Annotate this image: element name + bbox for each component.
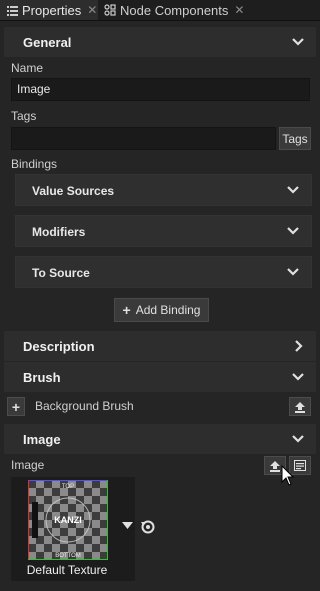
reset-icon[interactable] (140, 519, 156, 535)
components-icon (104, 4, 116, 16)
image-label: Image (11, 458, 45, 472)
chevron-down-icon (287, 186, 299, 194)
tab-label: Node Components (120, 2, 229, 18)
tab-node-components[interactable]: Node Components ✕ (98, 0, 248, 20)
dropdown-arrow-icon[interactable] (122, 522, 133, 530)
background-brush-label: Background Brush (35, 399, 134, 413)
to-source-section[interactable]: To Source (15, 256, 312, 288)
add-binding-button[interactable]: + Add Binding (114, 298, 209, 322)
chevron-down-icon (292, 373, 304, 381)
chevron-down-icon (292, 38, 304, 46)
chevron-right-icon (295, 340, 303, 352)
thumb-center-text: KANZI (54, 515, 82, 525)
bindings-label: Bindings (11, 157, 58, 171)
thumb-top-text: TOP (62, 484, 74, 490)
section-image[interactable]: Image (4, 424, 316, 454)
tags-field[interactable] (11, 127, 276, 150)
add-binding-label: Add Binding (135, 303, 201, 317)
value-sources-section[interactable]: Value Sources (15, 174, 312, 206)
tags-label: Tags (11, 109, 37, 123)
texture-name: Default Texture (26, 563, 108, 577)
texture-thumbnail: TOP KANZI BOTTOM (28, 480, 108, 560)
chevron-down-icon (287, 268, 299, 276)
plus-icon: + (11, 398, 21, 415)
thumb-bottom-text: BOTTOM (55, 553, 81, 559)
chevron-down-icon (287, 227, 299, 235)
section-title: Modifiers (32, 225, 86, 239)
section-title: Brush (23, 370, 61, 385)
section-description[interactable]: Description (4, 331, 316, 361)
modifiers-section[interactable]: Modifiers (15, 215, 312, 247)
section-general[interactable]: General (4, 27, 316, 57)
section-title: To Source (32, 266, 90, 280)
tab-properties[interactable]: Properties ✕ (0, 0, 98, 20)
texture-preview[interactable]: TOP KANZI BOTTOM Default Texture (11, 477, 135, 581)
name-label: Name (11, 61, 44, 75)
section-title: Image (23, 432, 61, 447)
list-icon (6, 4, 18, 16)
tab-bar: Properties ✕ Node Components ✕ (0, 0, 320, 21)
add-brush-button[interactable]: + (7, 397, 25, 416)
section-title: Description (23, 339, 95, 354)
upload-icon (270, 460, 280, 472)
tab-label: Properties (22, 2, 82, 18)
tags-button[interactable]: Tags (279, 127, 311, 150)
close-icon[interactable]: ✕ (87, 3, 97, 17)
upload-brush-button[interactable] (289, 397, 311, 416)
section-brush[interactable]: Brush (4, 362, 316, 392)
section-title: General (23, 35, 72, 50)
close-icon[interactable]: ✕ (234, 3, 244, 17)
plus-icon: + (122, 302, 131, 318)
name-field[interactable]: Image (11, 78, 310, 101)
cursor-icon (281, 465, 295, 486)
image-browse-icon (294, 460, 306, 471)
section-title: Value Sources (32, 184, 115, 198)
chevron-down-icon (292, 435, 304, 443)
upload-icon (295, 401, 305, 413)
